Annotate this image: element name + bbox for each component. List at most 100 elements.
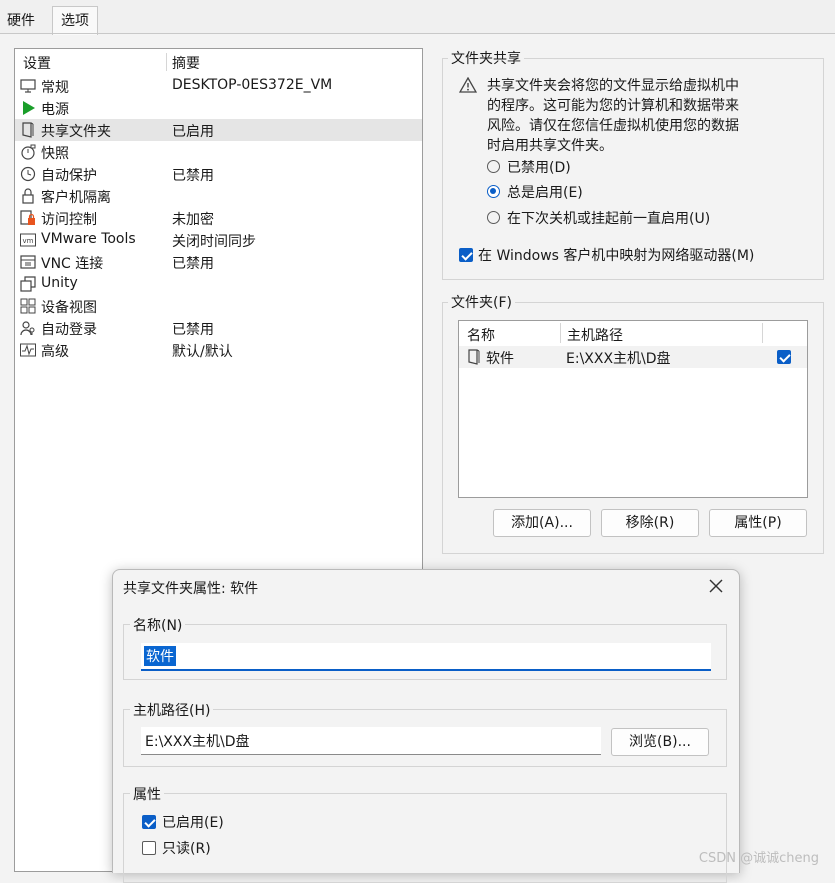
readonly-checkbox-label[interactable]: 只读(R): [162, 838, 211, 858]
warning-line: 时启用共享文件夹。: [487, 138, 613, 154]
folder-name: 软件: [486, 351, 514, 367]
settings-row-name: 客户机隔离: [41, 190, 111, 206]
folder-properties-button[interactable]: 属性(P): [709, 509, 807, 537]
settings-row-name: 电源: [41, 102, 69, 118]
map-drive-checkbox[interactable]: [459, 248, 473, 262]
name-input-value: 软件: [144, 646, 176, 666]
settings-row-name: 常规: [41, 80, 69, 96]
pulse-icon: [20, 343, 36, 357]
table-row[interactable]: 软件 E:\XXX主机\D盘: [459, 346, 807, 368]
settings-row-name: 共享文件夹: [41, 124, 111, 140]
settings-row-vmware-tools[interactable]: vm VMware Tools 关闭时间同步: [15, 229, 422, 251]
column-separator: [560, 323, 561, 343]
unity-icon: [20, 276, 36, 292]
settings-row-name: 高级: [41, 344, 69, 360]
column-header-summary[interactable]: 摘要: [172, 53, 200, 73]
vm-icon: vm: [20, 233, 36, 247]
close-icon[interactable]: [709, 579, 723, 593]
radio-disabled-label[interactable]: 已禁用(D): [507, 157, 571, 177]
settings-row-snapshot[interactable]: 快照: [15, 141, 422, 163]
radio-always-enabled-label[interactable]: 总是启用(E): [507, 182, 583, 202]
snapshot-icon: [21, 144, 36, 160]
vnc-icon: [20, 255, 36, 269]
sharing-warning-text: 共享文件夹会将您的文件显示给虚拟机中 的程序。这可能为您的计算机和数据带来 风险…: [487, 76, 739, 156]
access-control-icon: [20, 210, 35, 225]
tab-bar: [0, 0, 835, 34]
column-header-name[interactable]: 名称: [467, 325, 495, 345]
tab-options[interactable]: 选项: [52, 6, 98, 35]
browse-button[interactable]: 浏览(B)...: [611, 728, 709, 756]
folders-table[interactable]: 名称 主机路径 软件 E:\XXX主机\D盘: [458, 320, 808, 498]
settings-row-shared-folders[interactable]: 共享文件夹 已启用: [15, 119, 422, 141]
warning-line: 的程序。这可能为您的计算机和数据带来: [487, 98, 739, 114]
settings-row-device-view[interactable]: 设备视图: [15, 295, 422, 317]
settings-row-power[interactable]: 电源: [15, 97, 422, 119]
radio-until-shutdown-label[interactable]: 在下次关机或挂起前一直启用(U): [507, 208, 710, 228]
tab-hardware[interactable]: 硬件: [0, 8, 42, 34]
settings-row-access-control[interactable]: 访问控制 未加密: [15, 207, 422, 229]
remove-folder-button[interactable]: 移除(R): [601, 509, 699, 537]
column-header-path[interactable]: 主机路径: [567, 325, 623, 345]
settings-row-summary: 未加密: [172, 212, 214, 228]
settings-row-summary: 已禁用: [172, 322, 214, 338]
settings-row-summary: DESKTOP-0ES372E_VM: [172, 77, 333, 93]
dialog-title: 共享文件夹属性: 软件: [123, 581, 259, 597]
map-drive-label[interactable]: 在 Windows 客户机中映射为网络驱动器(M): [478, 245, 754, 265]
settings-row-general[interactable]: 常规 DESKTOP-0ES372E_VM: [15, 75, 422, 97]
host-path-group-title: 主机路径(H): [130, 700, 214, 720]
column-separator: [166, 53, 167, 71]
shared-folder-icon: [468, 349, 480, 365]
settings-row-advanced[interactable]: 高级 默认/默认: [15, 339, 422, 361]
watermark: CSDN @诚诚cheng: [698, 851, 819, 866]
shared-folder-properties-dialog: 共享文件夹属性: 软件 名称(N) 软件 主机路径(H) E:\XXX主机\D盘…: [112, 569, 740, 883]
svg-text:vm: vm: [23, 237, 34, 245]
readonly-checkbox[interactable]: [142, 841, 156, 855]
enabled-checkbox-label[interactable]: 已启用(E): [162, 812, 224, 832]
warning-line: 共享文件夹会将您的文件显示给虚拟机中: [487, 78, 739, 94]
radio-disabled[interactable]: [487, 160, 500, 173]
settings-row-summary: 默认/默认: [172, 344, 233, 360]
settings-row-vnc[interactable]: VNC 连接 已禁用: [15, 251, 422, 273]
name-group-title: 名称(N): [130, 615, 186, 635]
tab-divider: [0, 33, 835, 34]
host-path-value: E:\XXX主机\D盘: [145, 734, 250, 750]
user-key-icon: [20, 321, 35, 336]
column-separator: [762, 323, 763, 343]
radio-until-shutdown[interactable]: [487, 211, 500, 224]
settings-row-name: Unity: [41, 275, 78, 291]
enabled-checkbox[interactable]: [142, 815, 156, 829]
folders-group-title: 文件夹(F): [448, 292, 515, 312]
device-view-icon: [20, 298, 36, 314]
monitor-icon: [20, 79, 36, 93]
settings-row-summary: 已禁用: [172, 256, 214, 272]
settings-row-name: 快照: [41, 146, 69, 162]
play-icon: [23, 101, 35, 115]
shared-folder-icon: [22, 122, 34, 138]
clock-icon: [20, 166, 36, 182]
radio-always-enabled[interactable]: [487, 185, 500, 198]
warning-line: 风险。请仅在您信任虚拟机使用您的数据: [487, 118, 739, 134]
settings-row-summary: 关闭时间同步: [172, 234, 256, 250]
settings-row-unity[interactable]: Unity: [15, 273, 422, 295]
settings-row-name: 访问控制: [41, 212, 97, 228]
folder-sharing-title: 文件夹共享: [448, 48, 524, 68]
folder-enabled-checkbox[interactable]: [777, 350, 791, 364]
host-path-input[interactable]: E:\XXX主机\D盘: [141, 727, 601, 755]
settings-row-autoprotect[interactable]: 自动保护 已禁用: [15, 163, 422, 185]
settings-row-isolation[interactable]: 客户机隔离: [15, 185, 422, 207]
settings-row-summary: 已启用: [172, 124, 214, 140]
settings-row-name: VMware Tools: [41, 231, 136, 247]
settings-row-summary: 已禁用: [172, 168, 214, 184]
attributes-group-title: 属性: [130, 784, 164, 804]
lock-icon: [22, 188, 34, 204]
add-folder-button[interactable]: 添加(A)...: [493, 509, 591, 537]
settings-list-header: 设置 摘要: [15, 49, 422, 73]
warning-icon: [459, 77, 477, 93]
settings-row-autologin[interactable]: 自动登录 已禁用: [15, 317, 422, 339]
settings-row-name: 设备视图: [41, 300, 97, 316]
attributes-group: [123, 793, 727, 883]
settings-row-name: VNC 连接: [41, 256, 104, 272]
column-header-setting[interactable]: 设置: [23, 53, 51, 73]
name-input[interactable]: 软件: [141, 643, 711, 671]
settings-row-name: 自动登录: [41, 322, 97, 338]
